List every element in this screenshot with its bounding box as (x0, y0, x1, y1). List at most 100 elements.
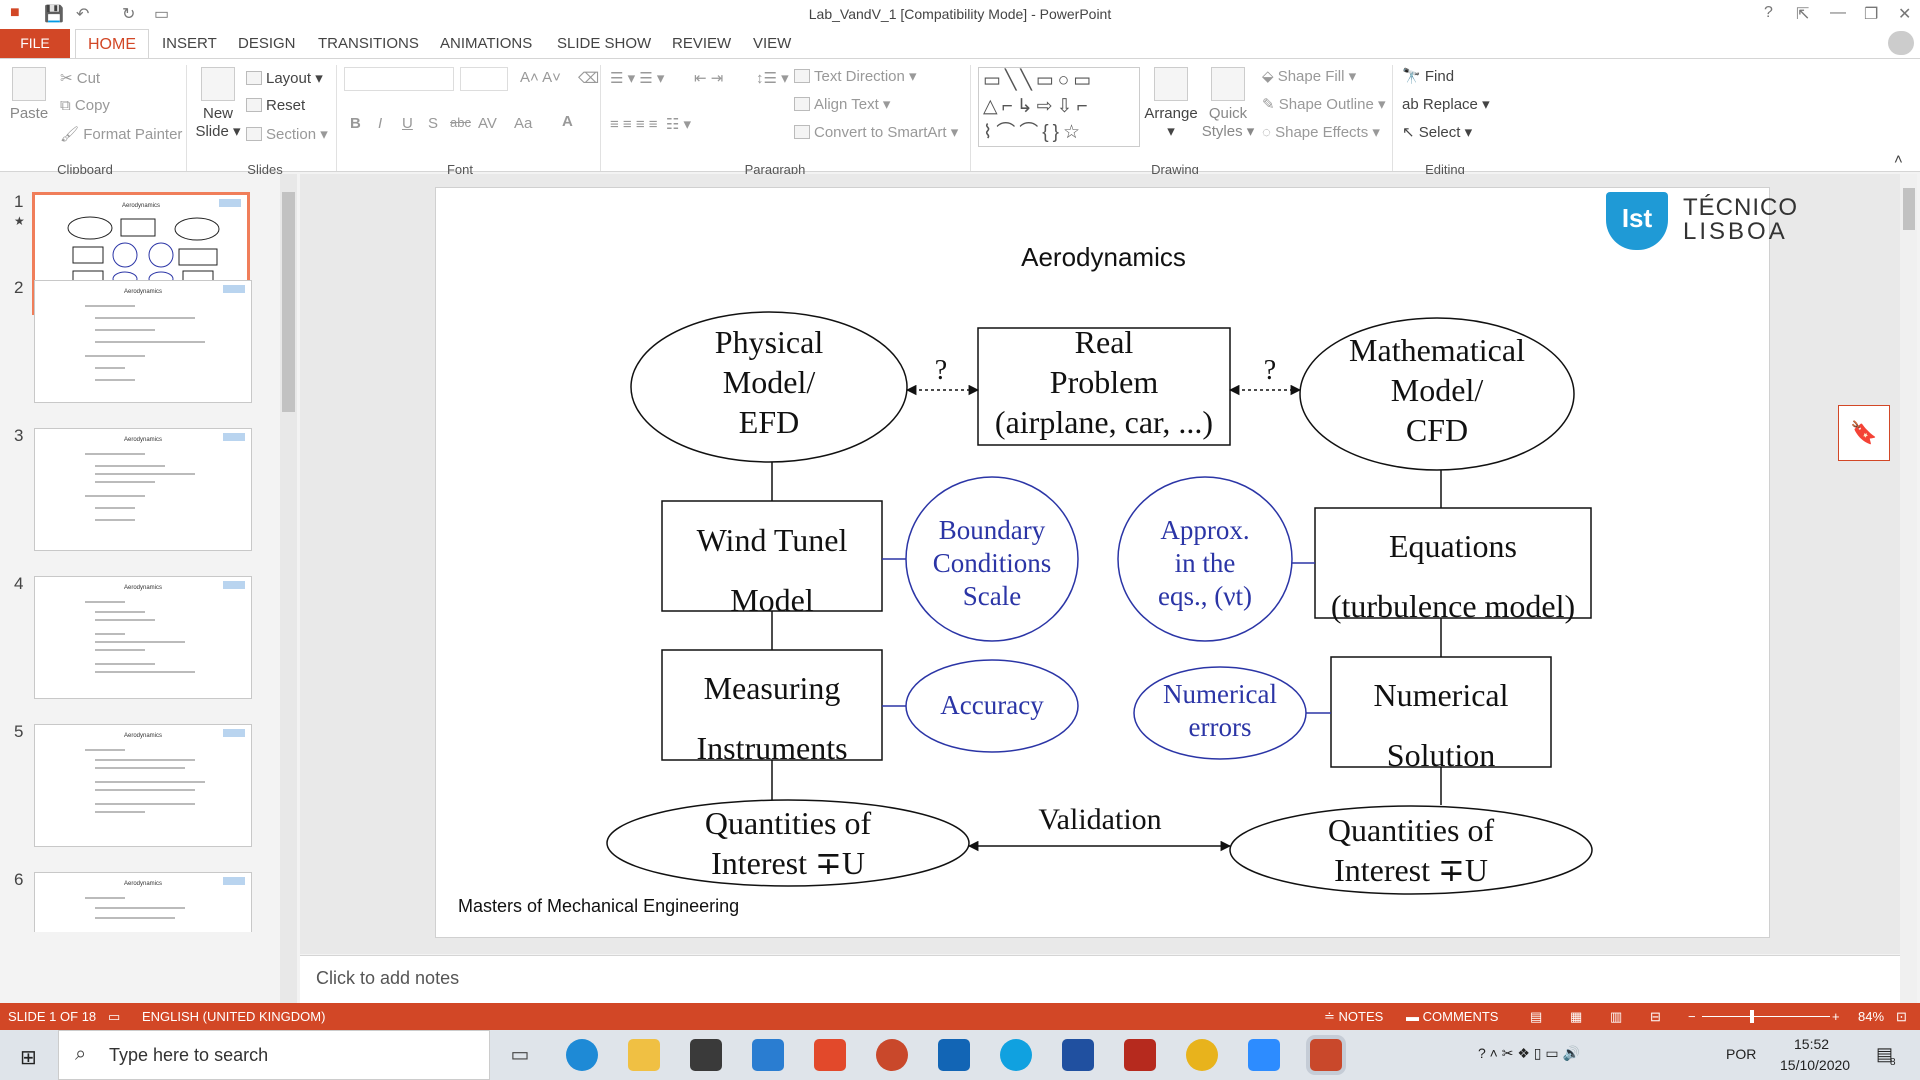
ribbon: Paste ✂ Cut ⧉ Copy 🖌 Format Painter Clip… (0, 58, 1920, 177)
zoom-icon[interactable] (1248, 1039, 1280, 1071)
input-language[interactable]: POR (1726, 1046, 1756, 1062)
tray-icons[interactable]: ? ˄ ✂ ❖ ▯ ▭ 🔊 (1478, 1045, 1580, 1062)
tab-file[interactable]: FILE (0, 29, 70, 58)
zoom-slider[interactable] (1702, 1016, 1830, 1017)
slide-canvas[interactable]: Ist TÉCNICO LISBOA Aerodynamics Physical… (435, 187, 1797, 938)
clock-time[interactable]: 15:52 (1794, 1036, 1829, 1052)
shadow-button[interactable]: S (428, 115, 438, 132)
arrange-button[interactable]: Arrange ▾ (1144, 67, 1198, 141)
format-painter-button[interactable]: 🖌 Format Painter (60, 125, 182, 143)
restore-icon[interactable]: ❐ (1864, 4, 1878, 24)
indent-icon[interactable]: ⇤ ⇥ (694, 69, 723, 87)
outlook-icon[interactable] (938, 1039, 970, 1071)
ribbon-display-icon[interactable]: ⇱ (1796, 4, 1809, 24)
slide-thumbnail[interactable]: Aerodynamics (34, 428, 252, 551)
shape-fill-button[interactable]: ⬙ Shape Fill ▾ (1262, 67, 1356, 85)
app-icon[interactable] (1062, 1039, 1094, 1071)
file-explorer-icon[interactable] (628, 1039, 660, 1071)
tab-design[interactable]: DESIGN (238, 35, 296, 52)
slide-thumbnail[interactable]: Aerodynamics (34, 872, 252, 932)
comments-button[interactable]: ▬ COMMENTS (1406, 1009, 1498, 1024)
task-view-icon[interactable]: ▭ (504, 1039, 536, 1071)
grow-font-icon[interactable]: A˄ A˅ (520, 69, 561, 86)
filezilla-icon[interactable] (1124, 1039, 1156, 1071)
numerical-errors-text: Numerical errors (1163, 679, 1277, 742)
paste-button[interactable]: Paste (8, 67, 50, 123)
italic-button[interactable]: I (378, 115, 382, 132)
quick-styles-button[interactable]: Quick Styles ▾ (1200, 67, 1256, 141)
underline-button[interactable]: U (402, 115, 413, 132)
collapse-ribbon-icon[interactable]: ˄ (1894, 151, 1903, 168)
scrollbar-thumb[interactable] (282, 192, 295, 412)
notes-button[interactable]: ≐ NOTES (1324, 1009, 1383, 1025)
normal-view-icon[interactable]: ▤ (1530, 1009, 1542, 1025)
character-spacing-button[interactable]: AV (478, 115, 497, 132)
strikethrough-button[interactable]: abc (450, 115, 471, 130)
section-button[interactable]: Section ▾ (246, 125, 328, 143)
windows-start-icon[interactable]: ⊞ (20, 1045, 37, 1070)
skype-icon[interactable] (1000, 1039, 1032, 1071)
align-icons[interactable]: ≡ ≡ ≡ ≡ ☷ ▾ (610, 115, 691, 133)
edge-icon[interactable] (566, 1039, 598, 1071)
bookmark-icon[interactable]: 🔖 (1838, 405, 1890, 461)
change-case-button[interactable]: Aa (514, 115, 532, 132)
store-icon[interactable] (690, 1039, 722, 1071)
replace-button[interactable]: ab Replace ▾ (1402, 95, 1490, 113)
mail-icon[interactable] (752, 1039, 784, 1071)
slideshow-view-icon[interactable]: ⊟ (1650, 1009, 1661, 1025)
powerpoint-taskbar-icon[interactable] (876, 1039, 908, 1071)
tab-insert[interactable]: INSERT (162, 35, 217, 52)
fit-slide-icon[interactable]: ⊡ (1896, 1009, 1907, 1025)
slide-sorter-icon[interactable]: ▦ (1570, 1009, 1582, 1025)
close-icon[interactable]: ✕ (1898, 4, 1911, 24)
clear-format-icon[interactable]: ⌫ (578, 69, 599, 87)
layout-button[interactable]: Layout ▾ (246, 69, 323, 87)
scrollbar-thumb[interactable] (1903, 188, 1915, 230)
tab-home[interactable]: HOME (75, 29, 149, 59)
cut-button[interactable]: ✂ Cut (60, 69, 100, 87)
font-size-select[interactable] (460, 67, 508, 91)
copy-button[interactable]: ⧉ Copy (60, 97, 110, 114)
zoom-out-icon[interactable]: − (1688, 1009, 1696, 1024)
find-button[interactable]: 🔭 Find (1402, 67, 1454, 85)
shape-effects-button[interactable]: ◌ Shape Effects ▾ (1262, 123, 1380, 141)
status-bar: SLIDE 1 OF 18 ▭ ENGLISH (UNITED KINGDOM)… (0, 1003, 1920, 1030)
spellcheck-icon[interactable]: ▭ (108, 1009, 120, 1025)
powerpoint-active-icon[interactable] (1310, 1039, 1342, 1071)
slide-scrollbar[interactable] (1900, 174, 1917, 1004)
zoom-level[interactable]: 84% (1858, 1009, 1884, 1024)
shape-outline-button[interactable]: ✎ Shape Outline ▾ (1262, 95, 1386, 113)
office-icon[interactable] (814, 1039, 846, 1071)
select-button[interactable]: ↖ Select ▾ (1402, 123, 1472, 141)
tab-slide-show[interactable]: SLIDE SHOW (557, 35, 651, 52)
line-spacing-icon[interactable]: ↕☰ ▾ (756, 69, 789, 87)
align-text-button[interactable]: Align Text ▾ (794, 95, 890, 113)
tab-review[interactable]: REVIEW (672, 35, 731, 52)
account-avatar[interactable] (1888, 31, 1914, 55)
tab-animations[interactable]: ANIMATIONS (440, 35, 532, 52)
slide-thumbnail[interactable]: Aerodynamics (34, 280, 252, 403)
tab-view[interactable]: VIEW (753, 35, 791, 52)
font-color-button[interactable]: A (562, 113, 573, 130)
clock-date[interactable]: 15/10/2020 (1780, 1057, 1850, 1073)
convert-smartart-button[interactable]: Convert to SmartArt ▾ (794, 123, 958, 141)
taskbar-search-box[interactable]: ⌕ Type here to search (58, 1030, 490, 1080)
zoom-slider-thumb[interactable] (1750, 1010, 1754, 1023)
new-slide-button[interactable]: New Slide ▾ (194, 67, 242, 141)
reset-button[interactable]: Reset (246, 97, 305, 114)
shapes-gallery[interactable]: ▭╲╲▭○▭ △⌐↳⇨⇩⌐ ⌇⌒⌒{}☆ (978, 67, 1140, 147)
slide-thumbnail[interactable]: Aerodynamics (34, 576, 252, 699)
minimize-icon[interactable]: — (1830, 4, 1846, 22)
language-status[interactable]: ENGLISH (UNITED KINGDOM) (142, 1009, 325, 1024)
bullets-icon[interactable]: ☰ ▾ ☰ ▾ (610, 69, 664, 87)
text-direction-button[interactable]: Text Direction ▾ (794, 67, 917, 85)
notes-pane[interactable]: Click to add notes (300, 955, 1900, 1003)
tab-transitions[interactable]: TRANSITIONS (318, 35, 419, 52)
bold-button[interactable]: B (350, 115, 361, 132)
help-icon[interactable]: ? (1764, 4, 1773, 22)
slide-thumbnail[interactable]: Aerodynamics (34, 724, 252, 847)
reading-view-icon[interactable]: ▥ (1610, 1009, 1622, 1025)
chrome-icon[interactable] (1186, 1039, 1218, 1071)
zoom-in-icon[interactable]: + (1832, 1009, 1840, 1024)
font-family-select[interactable] (344, 67, 454, 91)
